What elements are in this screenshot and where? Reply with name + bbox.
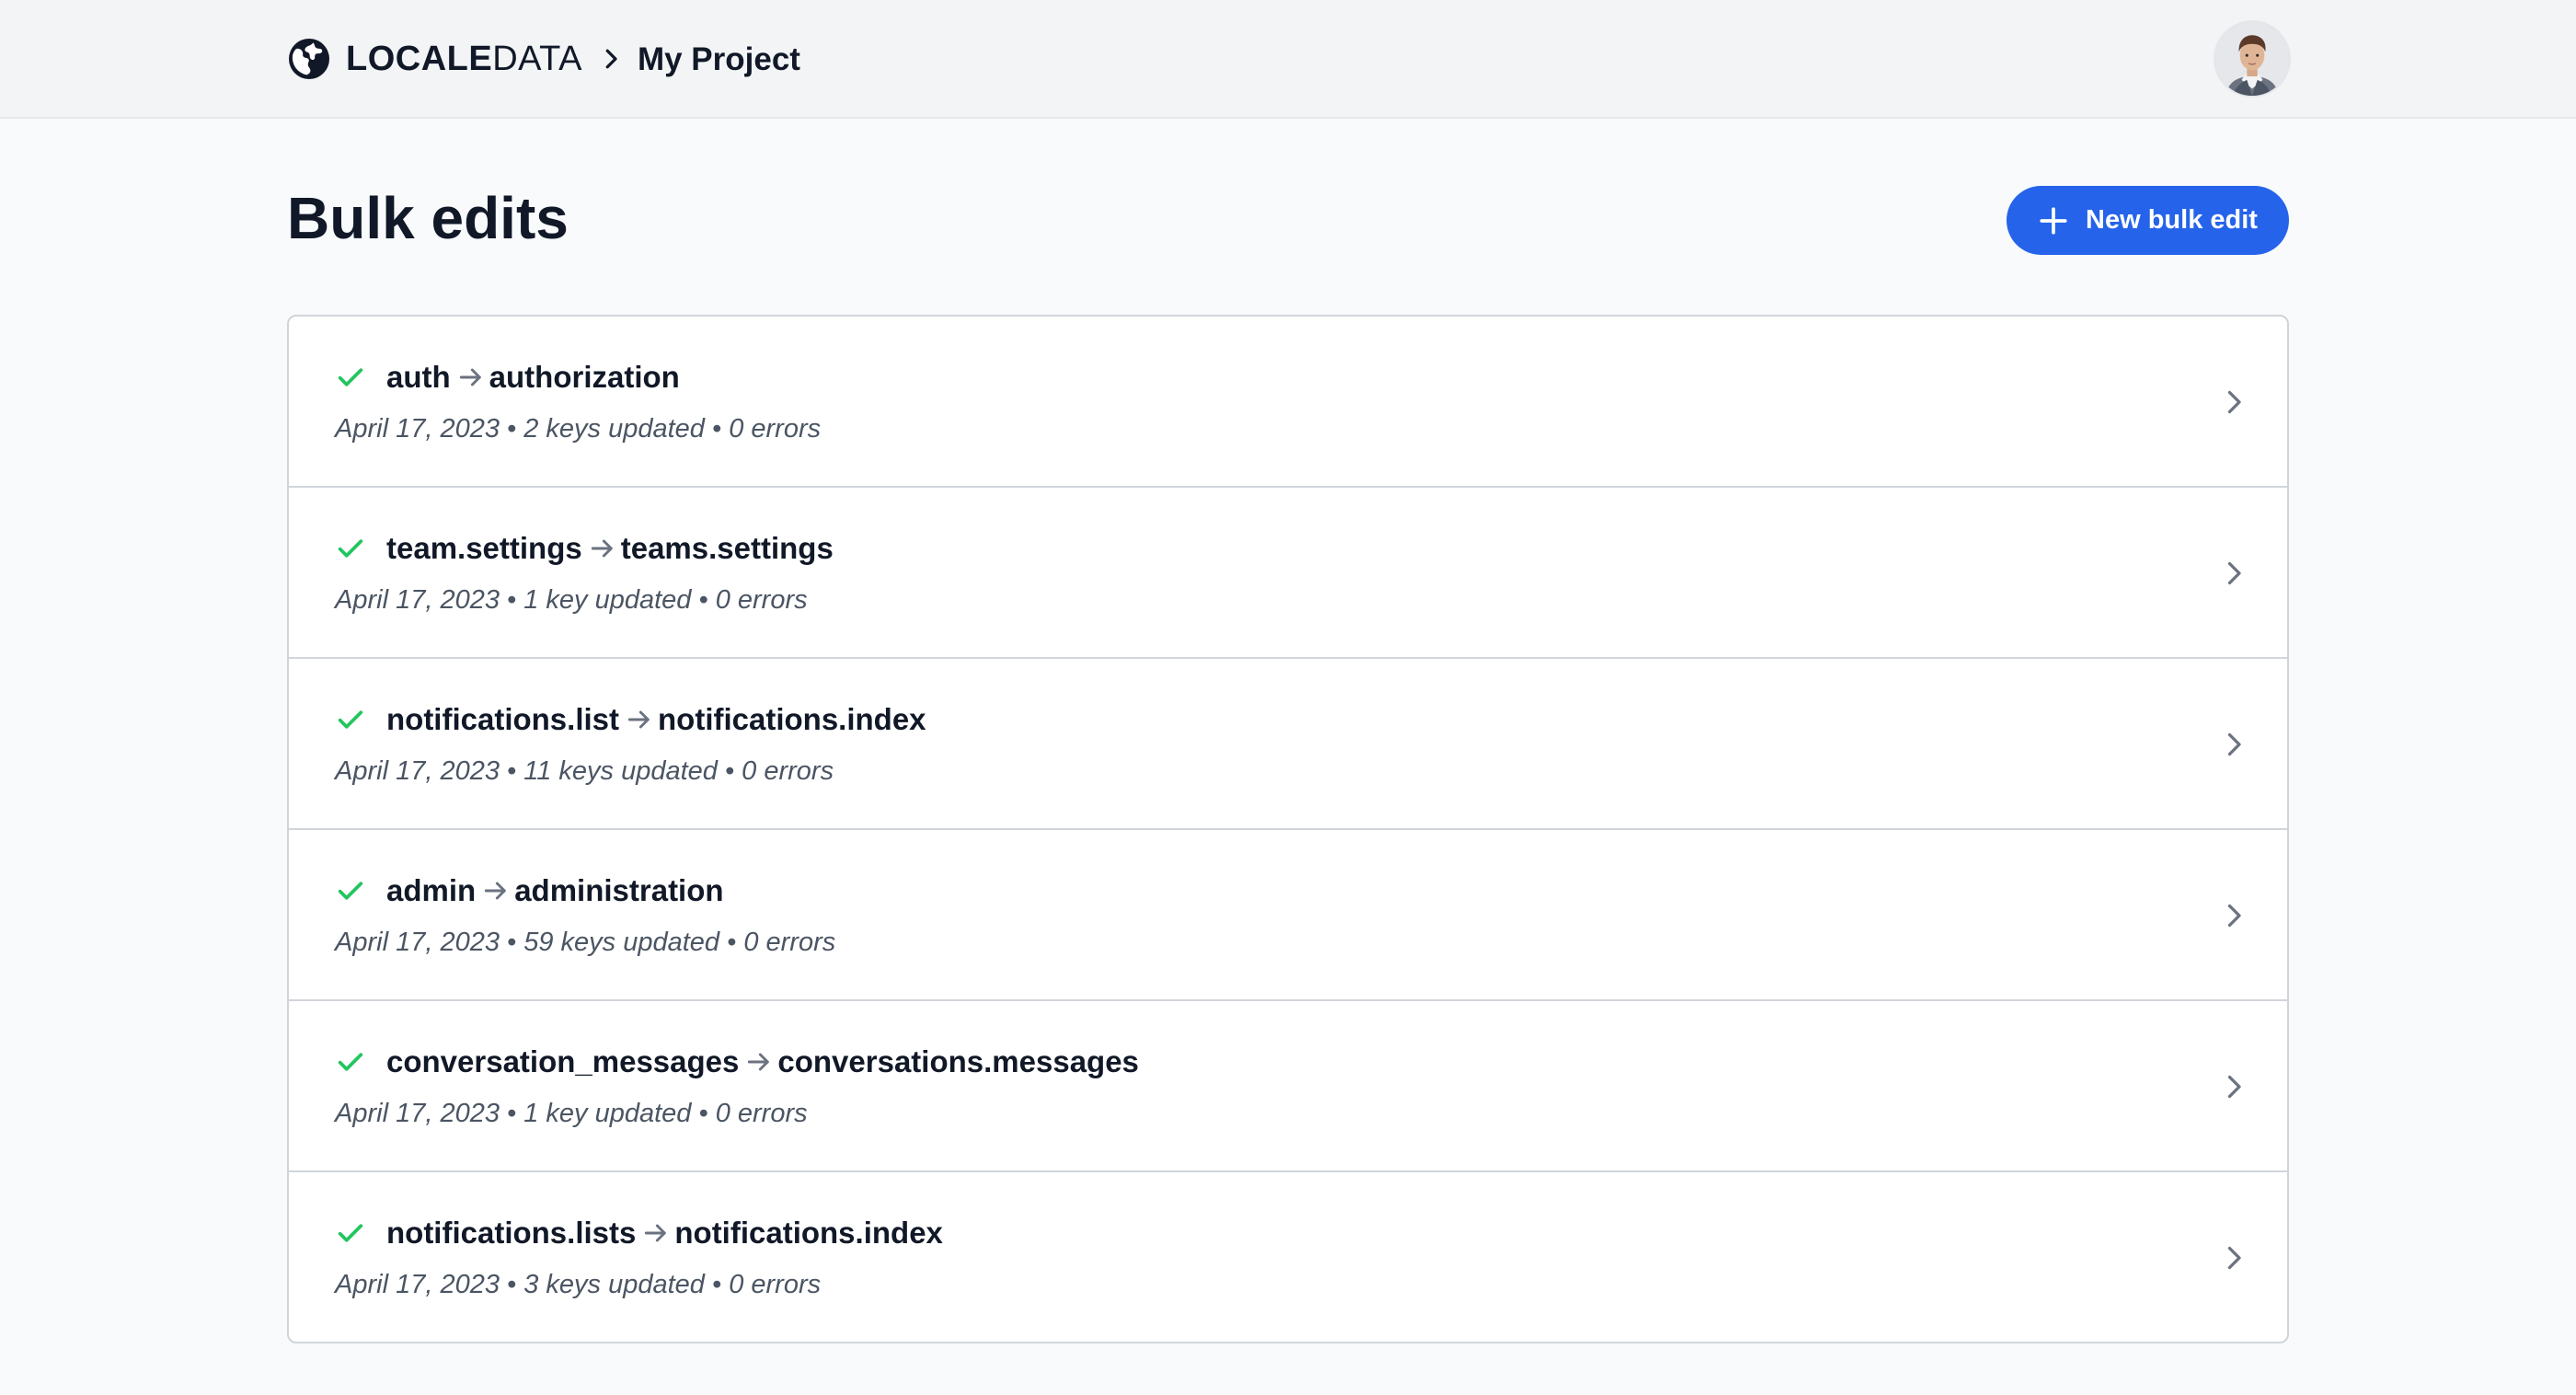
user-avatar-image [2215, 22, 2289, 96]
breadcrumb: LOCALEDATA My Project [287, 35, 800, 83]
arrow-right-icon [645, 1224, 667, 1242]
bulk-edit-to: administration [514, 873, 724, 907]
chevron-right-icon [2227, 390, 2241, 414]
globe-icon[interactable] [287, 37, 331, 81]
bulk-edit-list: auth authorization April 17, 2023 • 2 ke… [287, 315, 2289, 1343]
bulk-edit-from: team.settings [386, 531, 582, 565]
bulk-edit-meta: April 17, 2023 • 11 keys updated • 0 err… [335, 756, 834, 786]
check-icon [338, 882, 363, 900]
bulk-edit-title: conversation_messages conversations.mess… [335, 1042, 1139, 1082]
bulk-edit-from: admin [386, 873, 477, 907]
chevron-right-icon [2227, 1075, 2241, 1099]
bulk-edit-title: admin administration [335, 870, 724, 911]
chevron-right-icon [2227, 904, 2241, 928]
bulk-edit-title: team.settings teams.settings [335, 528, 834, 569]
bulk-edit-row[interactable]: notifications.list notifications.index A… [289, 659, 2287, 830]
bulk-edit-to: notifications.index [658, 702, 926, 736]
logo-bold-text: LOCALE [346, 40, 493, 78]
check-icon [338, 1053, 363, 1071]
plus-icon [2040, 206, 2067, 235]
chevron-right-icon [2227, 1246, 2241, 1270]
breadcrumb-project[interactable]: My Project [638, 43, 800, 75]
logo-light-text: DATA [492, 40, 582, 78]
check-icon [338, 710, 363, 729]
bulk-edit-title: notifications.list notifications.index [335, 699, 926, 740]
bulk-edit-to: teams.settings [620, 531, 834, 565]
bulk-edit-from: notifications.lists [386, 1216, 637, 1250]
app-logo[interactable]: LOCALEDATA [346, 41, 582, 76]
chevron-right-icon [2227, 561, 2241, 585]
check-icon [338, 368, 363, 386]
bulk-edit-row[interactable]: notifications.lists notifications.index … [289, 1172, 2287, 1342]
new-bulk-edit-button[interactable]: New bulk edit [2007, 186, 2289, 255]
avatar[interactable] [2214, 20, 2291, 98]
new-bulk-edit-label: New bulk edit [2086, 205, 2258, 235]
bulk-edit-row[interactable]: auth authorization April 17, 2023 • 2 ke… [289, 317, 2287, 488]
bulk-edit-meta: April 17, 2023 • 1 key updated • 0 error… [335, 1099, 808, 1128]
arrow-right-icon [627, 710, 650, 729]
bulk-edit-meta: April 17, 2023 • 3 keys updated • 0 erro… [335, 1270, 822, 1299]
bulk-edit-from: conversation_messages [386, 1044, 740, 1078]
bulk-edit-from: auth [386, 360, 451, 394]
bulk-edit-from: notifications.list [386, 702, 620, 736]
chevron-right-icon [2227, 732, 2241, 756]
bulk-edit-meta: April 17, 2023 • 1 key updated • 0 error… [335, 585, 808, 615]
bulk-edit-row[interactable]: admin administration April 17, 2023 • 59… [289, 830, 2287, 1001]
check-icon [338, 1224, 363, 1242]
check-icon [338, 539, 363, 558]
chevron-right-icon [605, 49, 617, 69]
bulk-edit-title: notifications.lists notifications.index [335, 1213, 943, 1253]
arrow-right-icon [485, 882, 506, 900]
top-bar: LOCALEDATA My Project [0, 0, 2576, 119]
bulk-edit-to: conversations.messages [777, 1044, 1139, 1078]
bulk-edit-to: authorization [489, 360, 680, 394]
arrow-right-icon [591, 539, 613, 558]
bulk-edit-row[interactable]: team.settings teams.settings April 17, 2… [289, 488, 2287, 659]
bulk-edit-to: notifications.index [674, 1216, 943, 1250]
bulk-edit-meta: April 17, 2023 • 59 keys updated • 0 err… [335, 928, 836, 957]
bulk-edit-title: auth authorization [335, 357, 680, 398]
arrow-right-icon [459, 368, 481, 386]
page-title: Bulk edits [287, 185, 569, 251]
bulk-edit-meta: April 17, 2023 • 2 keys updated • 0 erro… [335, 414, 822, 444]
arrow-right-icon [748, 1053, 770, 1071]
bulk-edit-row[interactable]: conversation_messages conversations.mess… [289, 1001, 2287, 1172]
